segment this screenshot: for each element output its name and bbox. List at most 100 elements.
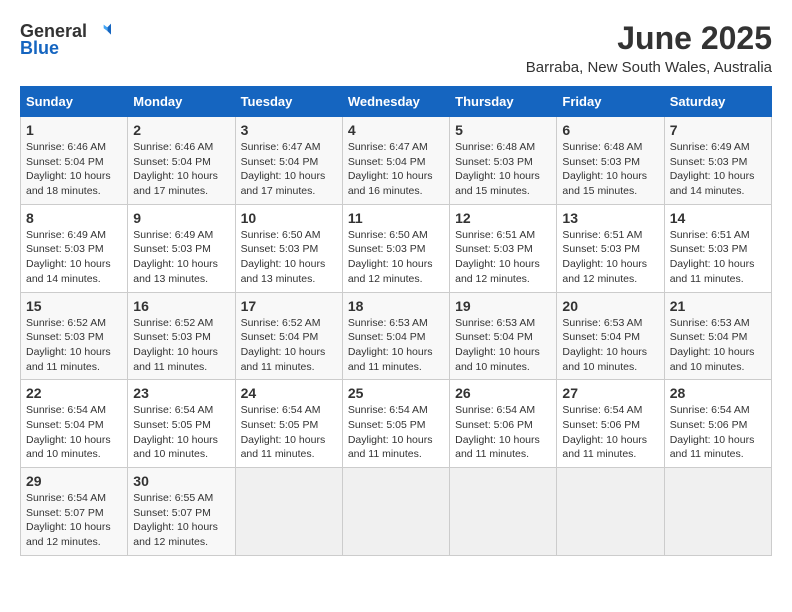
calendar-cell: 29 Sunrise: 6:54 AM Sunset: 5:07 PM Dayl… [21,468,128,556]
calendar-cell: 21 Sunrise: 6:53 AM Sunset: 5:04 PM Dayl… [664,292,771,380]
day-number: 20 [562,298,658,314]
calendar-cell: 24 Sunrise: 6:54 AM Sunset: 5:05 PM Dayl… [235,380,342,468]
calendar-cell [557,468,664,556]
day-number: 16 [133,298,229,314]
day-info: Sunrise: 6:50 AM Sunset: 5:03 PM Dayligh… [241,228,337,287]
calendar-cell: 16 Sunrise: 6:52 AM Sunset: 5:03 PM Dayl… [128,292,235,380]
calendar-cell: 23 Sunrise: 6:54 AM Sunset: 5:05 PM Dayl… [128,380,235,468]
calendar-cell: 27 Sunrise: 6:54 AM Sunset: 5:06 PM Dayl… [557,380,664,468]
calendar-cell: 9 Sunrise: 6:49 AM Sunset: 5:03 PM Dayli… [128,204,235,292]
day-info: Sunrise: 6:49 AM Sunset: 5:03 PM Dayligh… [133,228,229,287]
day-info: Sunrise: 6:54 AM Sunset: 5:05 PM Dayligh… [241,403,337,462]
header-monday: Monday [128,87,235,117]
day-number: 6 [562,122,658,138]
calendar: SundayMondayTuesdayWednesdayThursdayFrid… [20,86,772,556]
calendar-week-1: 1 Sunrise: 6:46 AM Sunset: 5:04 PM Dayli… [21,117,772,205]
calendar-cell: 19 Sunrise: 6:53 AM Sunset: 5:04 PM Dayl… [450,292,557,380]
calendar-cell: 15 Sunrise: 6:52 AM Sunset: 5:03 PM Dayl… [21,292,128,380]
day-info: Sunrise: 6:54 AM Sunset: 5:04 PM Dayligh… [26,403,122,462]
calendar-cell [235,468,342,556]
day-number: 12 [455,210,551,226]
day-info: Sunrise: 6:47 AM Sunset: 5:04 PM Dayligh… [241,140,337,199]
title-area: June 2025 Barraba, New South Wales, Aust… [526,20,772,76]
day-number: 5 [455,122,551,138]
day-info: Sunrise: 6:54 AM Sunset: 5:06 PM Dayligh… [670,403,766,462]
logo-icon [89,20,111,42]
calendar-cell: 13 Sunrise: 6:51 AM Sunset: 5:03 PM Dayl… [557,204,664,292]
calendar-header-row: SundayMondayTuesdayWednesdayThursdayFrid… [21,87,772,117]
calendar-cell: 20 Sunrise: 6:53 AM Sunset: 5:04 PM Dayl… [557,292,664,380]
header: General Blue June 2025 Barraba, New Sout… [20,20,772,76]
calendar-week-3: 15 Sunrise: 6:52 AM Sunset: 5:03 PM Dayl… [21,292,772,380]
day-number: 17 [241,298,337,314]
day-info: Sunrise: 6:53 AM Sunset: 5:04 PM Dayligh… [455,316,551,375]
day-number: 25 [348,385,444,401]
day-info: Sunrise: 6:54 AM Sunset: 5:06 PM Dayligh… [455,403,551,462]
day-number: 22 [26,385,122,401]
day-number: 23 [133,385,229,401]
header-saturday: Saturday [664,87,771,117]
calendar-week-5: 29 Sunrise: 6:54 AM Sunset: 5:07 PM Dayl… [21,468,772,556]
calendar-cell: 12 Sunrise: 6:51 AM Sunset: 5:03 PM Dayl… [450,204,557,292]
calendar-cell: 30 Sunrise: 6:55 AM Sunset: 5:07 PM Dayl… [128,468,235,556]
day-number: 9 [133,210,229,226]
day-info: Sunrise: 6:48 AM Sunset: 5:03 PM Dayligh… [562,140,658,199]
calendar-cell: 18 Sunrise: 6:53 AM Sunset: 5:04 PM Dayl… [342,292,449,380]
calendar-cell [450,468,557,556]
day-info: Sunrise: 6:49 AM Sunset: 5:03 PM Dayligh… [26,228,122,287]
calendar-cell [664,468,771,556]
day-info: Sunrise: 6:54 AM Sunset: 5:05 PM Dayligh… [348,403,444,462]
day-number: 13 [562,210,658,226]
logo-blue-text: Blue [20,38,59,59]
header-thursday: Thursday [450,87,557,117]
calendar-week-2: 8 Sunrise: 6:49 AM Sunset: 5:03 PM Dayli… [21,204,772,292]
day-number: 7 [670,122,766,138]
day-number: 3 [241,122,337,138]
day-number: 18 [348,298,444,314]
calendar-cell: 26 Sunrise: 6:54 AM Sunset: 5:06 PM Dayl… [450,380,557,468]
day-number: 8 [26,210,122,226]
day-info: Sunrise: 6:51 AM Sunset: 5:03 PM Dayligh… [455,228,551,287]
day-info: Sunrise: 6:54 AM Sunset: 5:07 PM Dayligh… [26,491,122,550]
day-info: Sunrise: 6:53 AM Sunset: 5:04 PM Dayligh… [562,316,658,375]
calendar-week-4: 22 Sunrise: 6:54 AM Sunset: 5:04 PM Dayl… [21,380,772,468]
calendar-cell: 25 Sunrise: 6:54 AM Sunset: 5:05 PM Dayl… [342,380,449,468]
day-number: 2 [133,122,229,138]
day-number: 14 [670,210,766,226]
calendar-cell: 6 Sunrise: 6:48 AM Sunset: 5:03 PM Dayli… [557,117,664,205]
day-info: Sunrise: 6:53 AM Sunset: 5:04 PM Dayligh… [670,316,766,375]
day-info: Sunrise: 6:50 AM Sunset: 5:03 PM Dayligh… [348,228,444,287]
day-number: 21 [670,298,766,314]
calendar-cell [342,468,449,556]
day-number: 4 [348,122,444,138]
day-info: Sunrise: 6:54 AM Sunset: 5:05 PM Dayligh… [133,403,229,462]
logo: General Blue [20,20,111,59]
day-info: Sunrise: 6:53 AM Sunset: 5:04 PM Dayligh… [348,316,444,375]
month-title: June 2025 [526,20,772,57]
calendar-cell: 3 Sunrise: 6:47 AM Sunset: 5:04 PM Dayli… [235,117,342,205]
calendar-cell: 22 Sunrise: 6:54 AM Sunset: 5:04 PM Dayl… [21,380,128,468]
header-tuesday: Tuesday [235,87,342,117]
calendar-cell: 1 Sunrise: 6:46 AM Sunset: 5:04 PM Dayli… [21,117,128,205]
day-info: Sunrise: 6:48 AM Sunset: 5:03 PM Dayligh… [455,140,551,199]
day-number: 27 [562,385,658,401]
day-number: 30 [133,473,229,489]
location-title: Barraba, New South Wales, Australia [526,59,772,76]
header-sunday: Sunday [21,87,128,117]
day-number: 11 [348,210,444,226]
header-wednesday: Wednesday [342,87,449,117]
calendar-cell: 2 Sunrise: 6:46 AM Sunset: 5:04 PM Dayli… [128,117,235,205]
day-number: 24 [241,385,337,401]
day-number: 15 [26,298,122,314]
day-number: 29 [26,473,122,489]
day-number: 10 [241,210,337,226]
day-info: Sunrise: 6:54 AM Sunset: 5:06 PM Dayligh… [562,403,658,462]
header-friday: Friday [557,87,664,117]
calendar-cell: 7 Sunrise: 6:49 AM Sunset: 5:03 PM Dayli… [664,117,771,205]
day-info: Sunrise: 6:52 AM Sunset: 5:04 PM Dayligh… [241,316,337,375]
day-info: Sunrise: 6:52 AM Sunset: 5:03 PM Dayligh… [133,316,229,375]
day-info: Sunrise: 6:52 AM Sunset: 5:03 PM Dayligh… [26,316,122,375]
day-info: Sunrise: 6:51 AM Sunset: 5:03 PM Dayligh… [562,228,658,287]
calendar-cell: 14 Sunrise: 6:51 AM Sunset: 5:03 PM Dayl… [664,204,771,292]
calendar-cell: 28 Sunrise: 6:54 AM Sunset: 5:06 PM Dayl… [664,380,771,468]
